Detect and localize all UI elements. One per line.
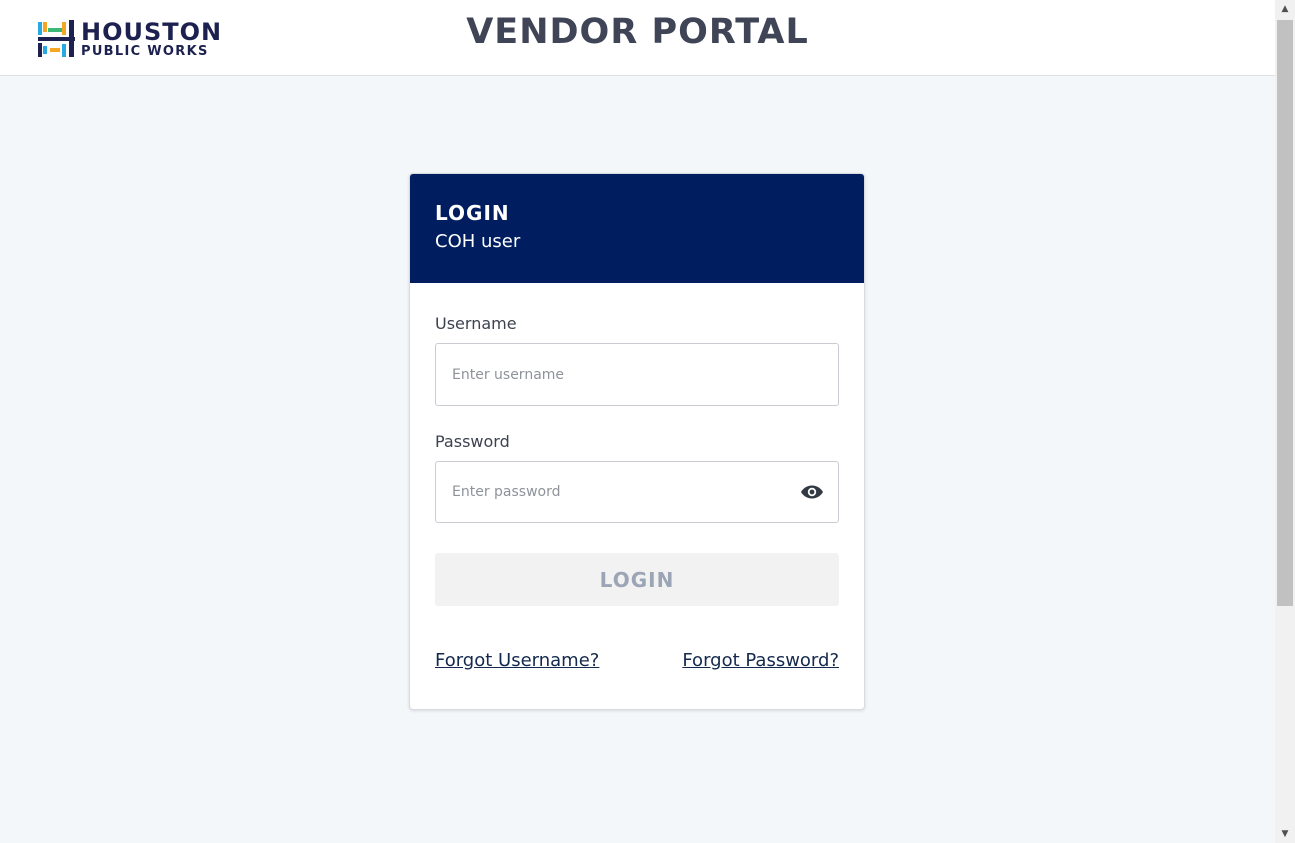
username-field-wrapper (435, 343, 839, 406)
forgot-username-link[interactable]: Forgot Username? (435, 650, 599, 671)
scroll-down-arrow-icon[interactable]: ▼ (1275, 825, 1295, 843)
login-form: Username Password LOGIN Forgot Username? (410, 283, 864, 671)
password-label: Password (435, 432, 510, 451)
forgot-links: Forgot Username? Forgot Password? (435, 650, 839, 671)
page-title: VENDOR PORTAL (466, 12, 809, 52)
login-subheading: COH user (435, 231, 521, 252)
username-label: Username (435, 314, 517, 333)
login-heading: LOGIN (435, 201, 510, 225)
eye-icon[interactable] (800, 481, 824, 503)
login-card-header: LOGIN COH user (410, 174, 864, 283)
password-field-wrapper (435, 461, 839, 523)
login-card: LOGIN COH user Username Password LOGIN (409, 173, 865, 710)
scrollbar-thumb[interactable] (1277, 20, 1293, 606)
password-input[interactable] (436, 462, 838, 522)
forgot-password-link[interactable]: Forgot Password? (682, 650, 839, 671)
top-header: HOUSTON PUBLIC WORKS VENDOR PORTAL (0, 0, 1275, 76)
login-button[interactable]: LOGIN (435, 553, 839, 606)
username-input[interactable] (436, 344, 838, 405)
vertical-scrollbar[interactable]: ▲ ▼ (1275, 0, 1295, 843)
scroll-up-arrow-icon[interactable]: ▲ (1275, 0, 1295, 18)
